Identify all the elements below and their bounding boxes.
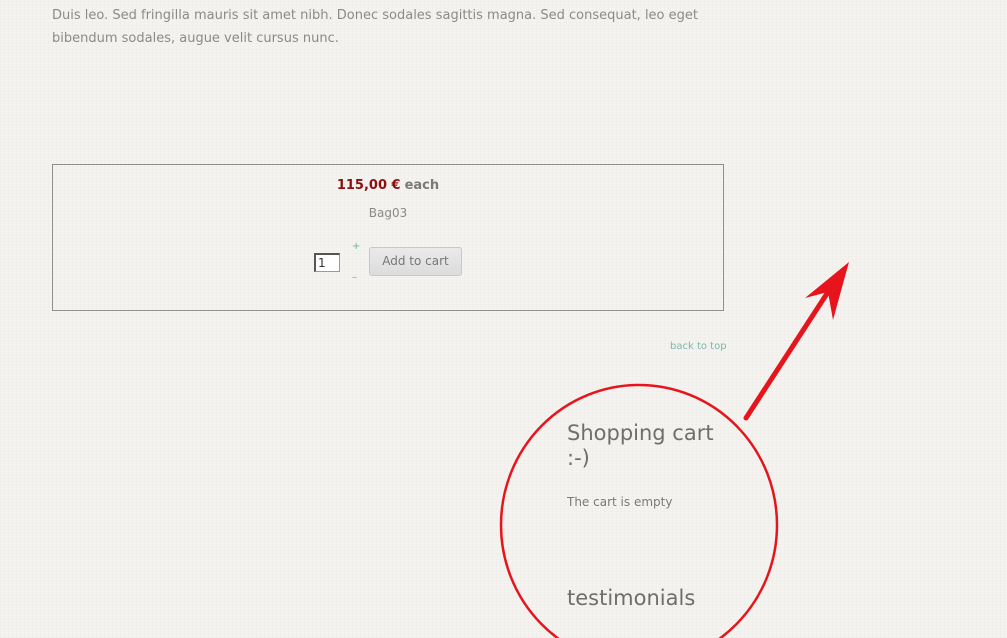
annotation-arrow-head	[805, 262, 849, 320]
quantity-input[interactable]	[314, 253, 340, 272]
product-box: 115,00 €each Bag03 + – Add to cart	[52, 164, 724, 311]
price-line: 115,00 € each	[53, 178, 723, 193]
annotation-overlay	[499, 262, 849, 638]
add-to-cart-button[interactable]: Add to cart	[369, 247, 462, 276]
back-to-top-link[interactable]: back to top	[670, 341, 727, 352]
annotation-arrow-shaft	[743, 289, 831, 421]
testimonials-title: testimonials	[567, 586, 696, 610]
intro-paragraph: Duis leo. Sed fringilla mauris sit amet …	[52, 8, 698, 46]
product-name: Bag03	[368, 206, 408, 220]
price-unit: each	[404, 178, 440, 193]
cart-status: The cart is empty	[567, 495, 673, 509]
quantity-decrease-button[interactable]: –	[352, 273, 357, 283]
quantity-increase-button[interactable]: +	[352, 242, 360, 252]
product-price: 115,00 €	[336, 178, 401, 193]
shopping-cart-title: Shopping cart :-)	[567, 421, 714, 470]
